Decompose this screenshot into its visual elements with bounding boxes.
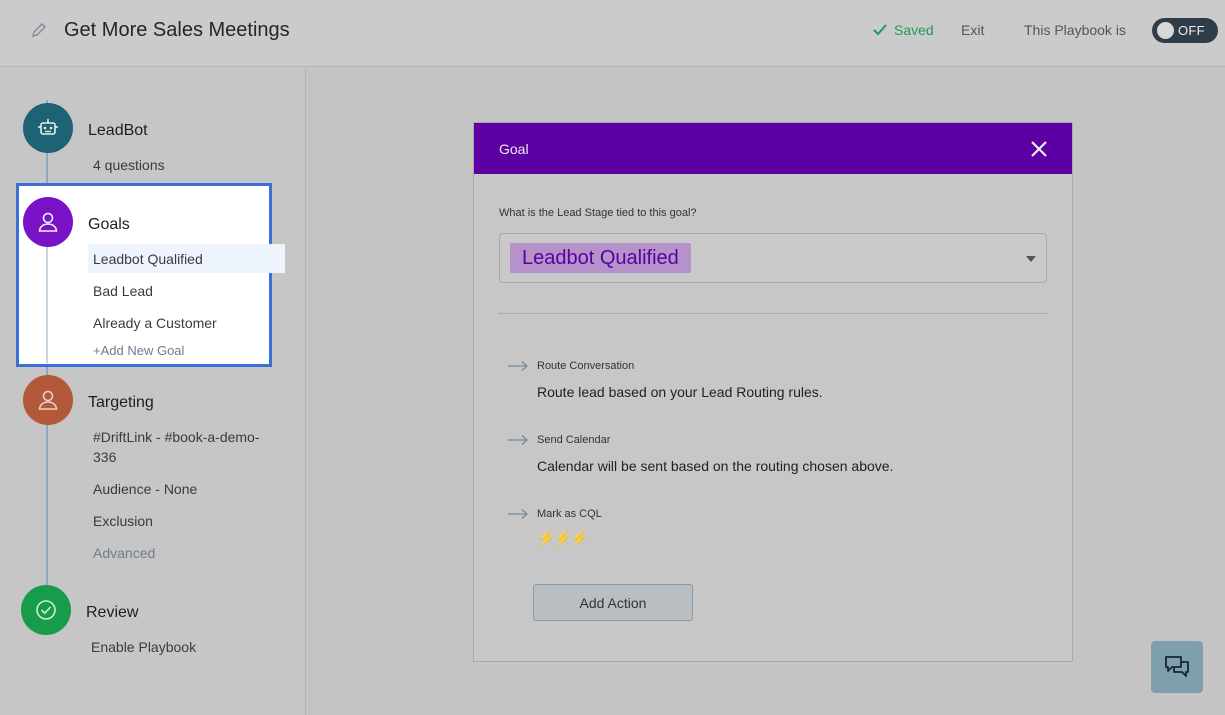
arrow-right-icon <box>508 361 528 371</box>
step-title-targeting[interactable]: Targeting <box>88 394 154 412</box>
goal-item-leadbot-qualified[interactable]: Leadbot Qualified <box>93 251 203 267</box>
chevron-down-icon <box>1026 256 1036 262</box>
chat-widget-button[interactable] <box>1151 641 1203 693</box>
lightning-bolts: ⚡⚡⚡ <box>537 530 589 547</box>
goals-step-icon[interactable] <box>23 197 73 247</box>
toggle-knob <box>1157 22 1174 39</box>
arrow-right-icon <box>508 509 528 519</box>
arrow-right-icon <box>508 435 528 445</box>
action-label-route-conversation[interactable]: Route Conversation <box>537 360 634 372</box>
review-step-icon[interactable] <box>21 585 71 635</box>
chat-bubbles-icon <box>1165 656 1189 677</box>
section-divider <box>499 313 1047 314</box>
top-header: Get More Sales Meetings Saved Exit This … <box>0 0 1225 67</box>
leadbot-question-count[interactable]: 4 questions <box>93 157 165 173</box>
playbook-toggle[interactable]: OFF <box>1152 18 1218 43</box>
add-new-goal-link[interactable]: +Add New Goal <box>93 343 184 358</box>
step-title-goals[interactable]: Goals <box>88 216 130 234</box>
lead-stage-question: What is the Lead Stage tied to this goal… <box>499 207 697 219</box>
targeting-step-icon[interactable] <box>23 375 73 425</box>
goal-item-already-customer[interactable]: Already a Customer <box>93 315 217 331</box>
goal-modal-header: Goal <box>474 123 1072 174</box>
person-icon <box>38 212 58 232</box>
robot-icon <box>38 119 58 135</box>
exit-link[interactable]: Exit <box>961 22 984 38</box>
enable-playbook-link[interactable]: Enable Playbook <box>91 639 196 655</box>
close-icon[interactable] <box>1027 137 1051 161</box>
step-title-leadbot[interactable]: LeadBot <box>88 122 148 140</box>
saved-status: Saved <box>872 22 934 38</box>
leadbot-step-icon[interactable] <box>23 103 73 153</box>
action-desc-send-calendar: Calendar will be sent based on the routi… <box>537 458 894 474</box>
goal-item-bad-lead[interactable]: Bad Lead <box>93 283 153 299</box>
action-label-send-calendar[interactable]: Send Calendar <box>537 434 610 446</box>
saved-label: Saved <box>894 22 934 38</box>
action-label-mark-cql[interactable]: Mark as CQL <box>537 508 602 520</box>
toggle-label: OFF <box>1178 23 1205 38</box>
person-icon <box>38 390 58 410</box>
check-circle-icon <box>36 600 56 620</box>
action-desc-route-conversation: Route lead based on your Lead Routing ru… <box>537 384 823 400</box>
selected-lead-stage-chip: Leadbot Qualified <box>510 243 691 273</box>
goals-timeline-line <box>46 245 48 363</box>
lead-stage-select[interactable]: Leadbot Qualified <box>499 233 1047 283</box>
targeting-advanced-link[interactable]: Advanced <box>93 545 155 561</box>
targeting-audience[interactable]: Audience - None <box>93 481 197 497</box>
add-action-button[interactable]: Add Action <box>533 584 693 621</box>
targeting-driftlink-number[interactable]: 336 <box>93 449 116 465</box>
goal-modal-title: Goal <box>499 141 529 157</box>
playbook-status-label: This Playbook is <box>1024 22 1126 38</box>
playbook-title[interactable]: Get More Sales Meetings <box>64 19 290 42</box>
goal-modal: Goal What is the Lead Stage tied to this… <box>473 122 1073 662</box>
checkmark-icon <box>873 24 887 36</box>
step-title-review[interactable]: Review <box>86 604 138 622</box>
targeting-driftlink[interactable]: #DriftLink - #book-a-demo- <box>93 429 260 445</box>
pencil-icon[interactable] <box>30 21 48 39</box>
targeting-exclusion[interactable]: Exclusion <box>93 513 153 529</box>
